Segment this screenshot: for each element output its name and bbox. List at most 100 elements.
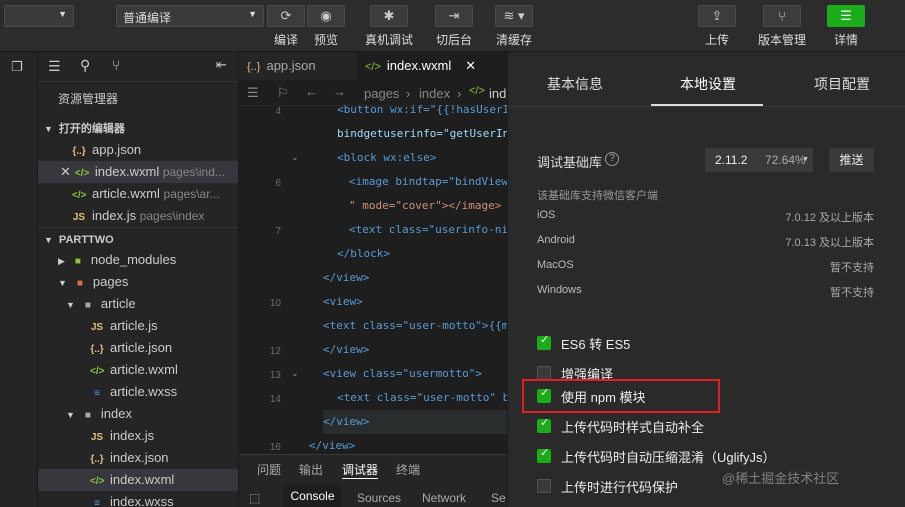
switch-background-button[interactable]: ⇥ — [435, 5, 473, 27]
npm-label: 使用 npm 模块 — [561, 390, 646, 405]
toolbar: ▼ 普通编译 ▼ ⟳ 编译 ◉ 预览 ✱ 真机调试 ⇥ 切后台 ≋ ▾ 清缓存 ⇪… — [0, 0, 905, 52]
folder-item[interactable]: ▶ ■ node_modules — [38, 249, 238, 271]
mode-select[interactable]: ▼ — [4, 5, 74, 27]
version-label: 版本管理 — [757, 33, 806, 47]
remote-debug-button[interactable]: ✱ — [370, 5, 408, 27]
line-number: 7 — [275, 226, 281, 237]
push-button[interactable]: 推送 — [829, 148, 874, 172]
code-line: <view> — [323, 295, 363, 308]
line-number: 16 — [269, 442, 281, 453]
close-icon[interactable]: ✕ — [60, 164, 71, 179]
file-item[interactable]: JS article.js — [38, 315, 238, 337]
code-line: <view class="usermotto"> — [323, 367, 482, 380]
file-item[interactable]: </> article.wxml — [38, 359, 238, 381]
file-item[interactable]: </> index.wxml — [38, 469, 238, 491]
tab-output[interactable]: 输出 — [299, 461, 323, 478]
tab-project-config[interactable]: 项目配置 — [814, 74, 870, 94]
open-editor-item[interactable]: JS index.js pages\index — [38, 205, 238, 227]
explorer-toolbar: ☰ ⚲ ⑂ ⇤ — [38, 52, 238, 82]
tab-debugger[interactable]: 调试器 — [342, 461, 379, 479]
chevron-down-icon: ▼ — [58, 9, 67, 19]
wxml-file-icon: </> — [74, 168, 90, 179]
code-line: <text class="user-motto" b — [337, 391, 507, 404]
json-file-icon: {..} — [90, 344, 104, 355]
eye-icon: ◉ — [320, 8, 332, 23]
tab-index-wxml[interactable]: </> index.wxml ✕ — [357, 52, 507, 80]
wxml-file-icon: </> — [469, 85, 485, 97]
forward-arrow-icon[interactable]: → — [333, 84, 346, 99]
lib-percent-value: 72.64% — [765, 153, 806, 167]
enhance-compile-checkbox[interactable] — [537, 366, 551, 380]
explorer-title: 资源管理器 — [58, 92, 119, 106]
list-icon[interactable]: ☰ — [247, 85, 259, 101]
tab-app-json[interactable]: {..} app.json — [239, 52, 354, 80]
code-line: </view> — [323, 343, 370, 356]
list-icon[interactable]: ☰ — [48, 58, 61, 75]
open-editor-item[interactable]: </> article.wxml pages\ar... — [38, 183, 238, 205]
switch-background-icon: ⇥ — [448, 8, 460, 23]
bookmark-icon[interactable]: ⚐ — [277, 85, 289, 101]
tab-network[interactable]: Network — [422, 491, 466, 505]
code-line: " mode="cover"></image> — [349, 199, 502, 212]
help-icon[interactable]: ? — [605, 152, 619, 166]
tab-terminal[interactable]: 终端 — [396, 461, 420, 478]
open-editor-item[interactable]: {..} app.json — [38, 139, 238, 161]
fold-icon[interactable]: ⌄ — [291, 368, 299, 379]
back-arrow-icon[interactable]: ← — [305, 84, 318, 99]
json-file-icon: {..} — [72, 146, 86, 157]
tab-local-settings[interactable]: 本地设置 — [680, 74, 736, 94]
window-icon[interactable]: ❐ — [11, 59, 23, 75]
code-line: bindgetuserinfo="getUserIn — [337, 127, 507, 140]
platform-row: MacOS 暂不支持 — [537, 259, 874, 274]
style-autoprefix-label: 上传代码时样式自动补全 — [561, 420, 705, 435]
line-number: 6 — [275, 178, 281, 189]
tab-problems[interactable]: 问题 — [257, 461, 281, 478]
collapse-icon[interactable]: ⇤ — [216, 57, 227, 73]
code-area[interactable]: 4 6 7 10 12 13 14 16 ⌄ ⌄ <button wx:if="… — [239, 103, 507, 454]
compile-button[interactable]: ⟳ — [267, 5, 305, 27]
version-button[interactable]: ⑂ — [763, 5, 801, 27]
options-list: ✓ ES6 转 ES5 增强编译 ✓ 使用 npm 模块 ✓ 上传代码时样式自动… — [508, 312, 905, 507]
compile-mode-select[interactable]: 普通编译 ▼ — [116, 5, 264, 27]
lib-label: 调试基础库 — [537, 155, 603, 170]
fold-icon[interactable]: ⌄ — [291, 152, 299, 163]
check-icon: ✓ — [540, 334, 550, 346]
upload-button[interactable]: ⇪ — [698, 5, 736, 27]
tab-basic-info[interactable]: 基本信息 — [547, 74, 603, 94]
file-item[interactable]: {..} index.json — [38, 447, 238, 469]
folder-item[interactable]: ▼ ■ index — [38, 403, 238, 425]
code-line: </view> — [323, 271, 370, 284]
inspect-icon[interactable]: ⬚ — [249, 491, 260, 505]
open-editor-item[interactable]: ✕ </> index.wxml pages\ind... — [38, 161, 238, 183]
clear-cache-label: 清缓存 — [495, 33, 532, 47]
file-item[interactable]: JS index.js — [38, 425, 238, 447]
clear-cache-button[interactable]: ≋ ▾ — [495, 5, 533, 27]
project-header[interactable]: ▼ PARTTWO — [38, 227, 238, 249]
close-icon[interactable]: ✕ — [465, 58, 476, 73]
code-line-active: </view> — [323, 410, 507, 434]
file-item[interactable]: ≡ index.wxss — [38, 491, 238, 507]
switch-background-label: 切后台 — [435, 33, 472, 47]
js-file-icon: JS — [90, 432, 104, 443]
code-line: </view> — [309, 439, 356, 452]
tab-sources[interactable]: Sources — [357, 491, 401, 505]
support-note: 该基础库支持微信客户端 — [537, 190, 658, 202]
activity-bar: ❐ — [0, 52, 38, 507]
open-editors-header[interactable]: ▼ 打开的编辑器 — [38, 117, 238, 139]
lib-version-select[interactable]: 2.11.2 72.64% ▼ — [705, 148, 813, 172]
js-file-icon: JS — [72, 212, 86, 223]
preview-button[interactable]: ◉ — [307, 5, 345, 27]
branch-icon[interactable]: ⑂ — [112, 57, 120, 73]
folder-item[interactable]: ▼ ■ article — [38, 293, 238, 315]
details-label: 详情 — [833, 33, 858, 47]
file-item[interactable]: ≡ article.wxss — [38, 381, 238, 403]
code-protect-checkbox[interactable] — [537, 479, 551, 493]
search-icon[interactable]: ⚲ — [80, 57, 90, 74]
code-line: <text class="userinfo-ni — [349, 223, 507, 236]
details-button[interactable]: ☰ — [827, 5, 865, 27]
tab-more[interactable]: Se — [491, 491, 506, 505]
file-item[interactable]: {..} article.json — [38, 337, 238, 359]
preview-label: 预览 — [313, 33, 338, 47]
folder-item[interactable]: ▼ ■ pages — [38, 271, 238, 293]
tab-console[interactable]: Console — [283, 485, 342, 507]
